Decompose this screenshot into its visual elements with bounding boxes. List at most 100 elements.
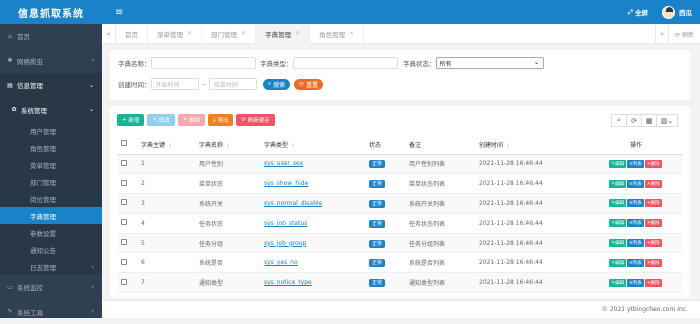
col-header[interactable]: 字典类型⇕ bbox=[260, 135, 365, 154]
reset-button[interactable]: ⟳ 重置 bbox=[294, 79, 323, 90]
table-row[interactable]: 3系统开关sys_normal_disable正常系统开关列表2021-11-2… bbox=[117, 194, 683, 214]
refresh-cache-button[interactable]: ⟳ 刷新缓存 bbox=[236, 114, 274, 126]
sidebar-item-tools[interactable]: ✎系统工具‹ bbox=[0, 300, 102, 324]
user-name[interactable]: 西瓜 bbox=[679, 7, 692, 17]
row-delete-button[interactable]: ✕删除 bbox=[645, 160, 662, 168]
row-list-button[interactable]: ≡列表 bbox=[627, 279, 644, 287]
edit-button[interactable]: ✎ 修改 bbox=[147, 114, 174, 126]
sidebar-sub-user[interactable]: 用户管理 bbox=[0, 122, 102, 139]
tab-menu[interactable]: 菜单管理✕ bbox=[148, 24, 202, 44]
sidebar-sub-role[interactable]: 角色管理 bbox=[0, 139, 102, 156]
sidebar-item-crawler[interactable]: ✱网络爬虫‹ bbox=[0, 49, 102, 74]
search-button[interactable]: ⌕ 搜索 bbox=[263, 79, 290, 90]
close-icon[interactable]: ✕ bbox=[295, 30, 300, 37]
sidebar-item-monitor[interactable]: ▭系统监控‹ bbox=[0, 275, 102, 300]
sidebar-item-system[interactable]: ✿系统管理⌄ bbox=[0, 98, 102, 123]
dict-name: 菜单状态 bbox=[195, 174, 260, 194]
row-delete-button[interactable]: ✕删除 bbox=[645, 239, 662, 247]
add-button[interactable]: + 新增 bbox=[117, 114, 144, 126]
col-header[interactable]: 字典主键⇕ bbox=[137, 135, 195, 154]
dict-type-input[interactable] bbox=[293, 57, 398, 69]
sidebar-sub-dict[interactable]: 字典管理 bbox=[0, 207, 102, 224]
row-delete-button[interactable]: ✕删除 bbox=[645, 279, 662, 287]
row-edit-button[interactable]: ✎编辑 bbox=[609, 279, 626, 287]
sidebar-sub-menu[interactable]: 菜单管理 bbox=[0, 156, 102, 173]
dict-type-link[interactable]: sys_user_sex bbox=[264, 160, 303, 167]
row-edit-button[interactable]: ✎编辑 bbox=[609, 239, 626, 247]
row-list-button[interactable]: ≡列表 bbox=[627, 180, 644, 188]
row-delete-button[interactable]: ✕删除 bbox=[645, 180, 662, 188]
row-checkbox[interactable] bbox=[121, 279, 127, 285]
row-list-button[interactable]: ≡列表 bbox=[627, 219, 644, 227]
table-row[interactable]: 6系统是否sys_yes_no正常系统是否列表2021-11-28 16:46:… bbox=[117, 253, 683, 273]
dict-type-link[interactable]: sys_notice_type bbox=[264, 279, 312, 286]
row-list-button[interactable]: ≡列表 bbox=[627, 199, 644, 207]
table-row[interactable]: 4任务状态sys_job_status正常任务状态列表2021-11-28 16… bbox=[117, 213, 683, 233]
close-icon[interactable]: ✕ bbox=[349, 30, 354, 37]
row-checkbox[interactable] bbox=[121, 160, 127, 166]
tab-scroll-right-icon[interactable]: » bbox=[655, 24, 669, 44]
row-edit-button[interactable]: ✎编辑 bbox=[609, 219, 626, 227]
dict-type-link[interactable]: sys_job_status bbox=[264, 220, 307, 227]
status-select[interactable]: 所有 bbox=[436, 57, 544, 69]
refresh-tab-button[interactable]: ⟳ 刷新 bbox=[669, 30, 700, 39]
sidebar-item-home[interactable]: ⌂首页 bbox=[0, 24, 102, 49]
row-checkbox[interactable] bbox=[121, 199, 127, 205]
row-checkbox[interactable] bbox=[121, 259, 127, 265]
row-edit-button[interactable]: ✎编辑 bbox=[609, 199, 626, 207]
row-list-button[interactable]: ≡列表 bbox=[627, 160, 644, 168]
row-checkbox[interactable] bbox=[121, 180, 127, 186]
tab-home[interactable]: 首页 bbox=[116, 24, 148, 44]
sidebar-sub-log[interactable]: 日志管理‹ bbox=[0, 258, 102, 275]
row-list-button[interactable]: ≡列表 bbox=[627, 239, 644, 247]
footer: © 2021 ytbingchen.com Inc. bbox=[102, 300, 700, 318]
sidebar-sub-post[interactable]: 岗位管理 bbox=[0, 190, 102, 207]
fullscreen-button[interactable]: 全屏 bbox=[635, 7, 648, 17]
dict-name-input[interactable] bbox=[151, 57, 256, 69]
row-edit-button[interactable]: ✎编辑 bbox=[609, 259, 626, 267]
row-checkbox[interactable] bbox=[121, 239, 127, 245]
table-row[interactable]: 2菜单状态sys_show_hide正常菜单状态列表2021-11-28 16:… bbox=[117, 174, 683, 194]
col-header[interactable]: 字典名称⇕ bbox=[195, 135, 260, 154]
avatar[interactable] bbox=[662, 6, 675, 19]
row-edit-button[interactable]: ✎编辑 bbox=[609, 180, 626, 188]
dict-type-link[interactable]: sys_normal_disable bbox=[264, 200, 322, 207]
tab-scroll-left-icon[interactable]: « bbox=[102, 24, 116, 44]
start-time-input[interactable]: 开始时间 bbox=[151, 78, 199, 90]
fullscreen-icon[interactable]: ⤢ bbox=[628, 8, 633, 17]
col-header[interactable]: 创建时间⇕ bbox=[475, 135, 585, 154]
row-delete-button[interactable]: ✕删除 bbox=[645, 219, 662, 227]
sidebar-sub-dept[interactable]: 部门管理 bbox=[0, 173, 102, 190]
dict-remark: 任务分组列表 bbox=[405, 233, 475, 253]
end-time-input[interactable]: 结束时间 bbox=[209, 78, 257, 90]
table-row[interactable]: 1用户性别sys_user_sex正常用户性别列表2021-11-28 16:4… bbox=[117, 154, 683, 174]
select-all-checkbox[interactable] bbox=[121, 140, 127, 146]
toggle-view-icon[interactable]: ▦ bbox=[641, 114, 657, 127]
row-checkbox[interactable] bbox=[121, 219, 127, 225]
columns-icon[interactable]: ▥⌄ bbox=[656, 114, 678, 127]
table-row[interactable]: 5任务分组sys_job_group正常任务分组列表2021-11-28 16:… bbox=[117, 233, 683, 253]
export-button[interactable]: ⤓ 导出 bbox=[208, 114, 233, 126]
dict-type-link[interactable]: sys_show_hide bbox=[264, 180, 308, 187]
refresh-icon[interactable]: ⟳ bbox=[626, 114, 642, 127]
close-icon[interactable]: ✕ bbox=[187, 30, 192, 37]
dict-type-link[interactable]: sys_yes_no bbox=[264, 259, 298, 266]
sidebar-sub-config[interactable]: 参数设置 bbox=[0, 224, 102, 241]
search-toggle-icon[interactable]: ⌕ bbox=[611, 114, 627, 127]
row-delete-button[interactable]: ✕删除 bbox=[645, 259, 662, 267]
sidebar-sub-notice[interactable]: 通知公告 bbox=[0, 241, 102, 258]
tab-role[interactable]: 角色管理✕ bbox=[310, 24, 364, 44]
dict-type-link[interactable]: sys_job_group bbox=[264, 240, 306, 247]
dict-id: 4 bbox=[137, 213, 195, 233]
status-label: 字典状态： bbox=[403, 58, 436, 68]
sidebar-item-info[interactable]: ▤信息管理⌄ bbox=[0, 73, 102, 98]
row-delete-button[interactable]: ✕删除 bbox=[645, 199, 662, 207]
menu-toggle-icon[interactable]: ≡ bbox=[115, 7, 123, 18]
tab-dept[interactable]: 部门管理✕ bbox=[202, 24, 256, 44]
table-row[interactable]: 7通知类型sys_notice_type正常通知类型列表2021-11-28 1… bbox=[117, 273, 683, 293]
row-list-button[interactable]: ≡列表 bbox=[627, 259, 644, 267]
close-icon[interactable]: ✕ bbox=[241, 30, 246, 37]
tab-dict[interactable]: 字典管理✕ bbox=[256, 24, 310, 44]
row-edit-button[interactable]: ✎编辑 bbox=[609, 160, 626, 168]
delete-button[interactable]: ✕ 删除 bbox=[178, 114, 205, 126]
